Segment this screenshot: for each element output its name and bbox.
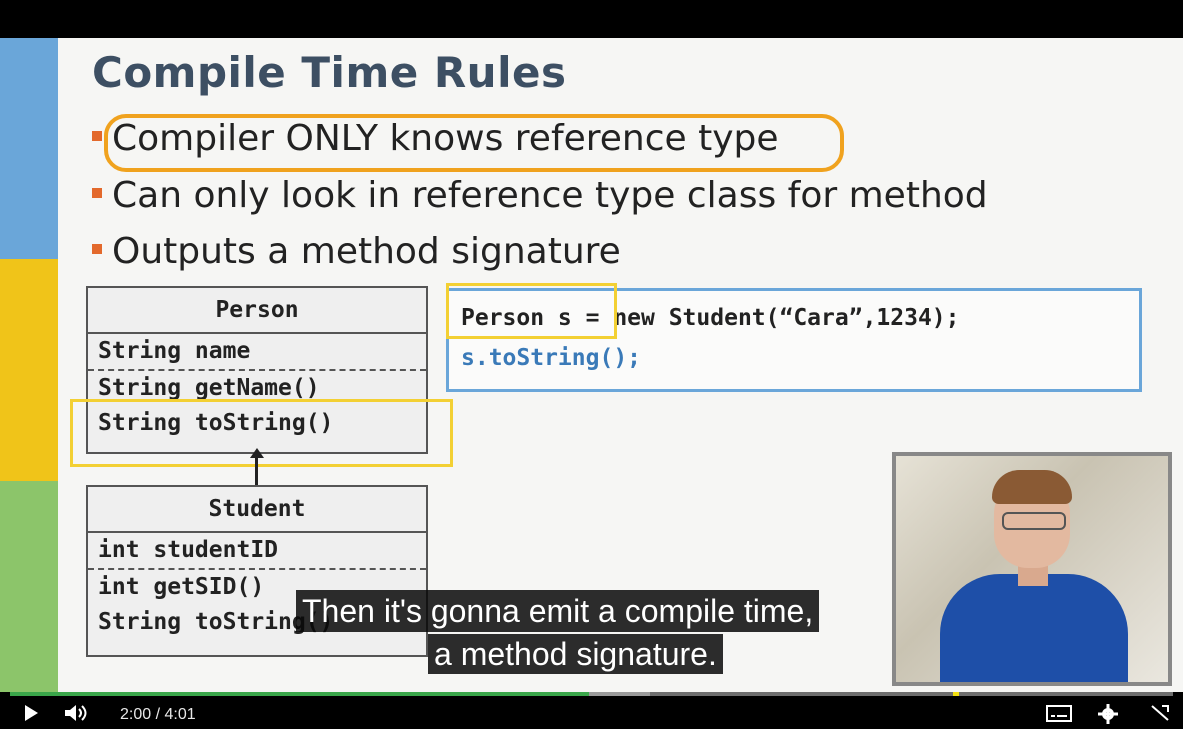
highlight-reference-type — [446, 283, 617, 339]
stripe-blue — [0, 38, 58, 259]
bullet-marker — [92, 131, 102, 141]
chapter-marker — [953, 692, 959, 696]
inheritance-arrow-head — [250, 448, 264, 458]
bullet-marker — [92, 244, 102, 254]
current-time: 2:00 — [120, 706, 152, 723]
caption-line-1: Then it's gonna emit a compile time, — [296, 590, 820, 632]
top-bar — [0, 0, 1183, 38]
inheritance-arrow — [255, 456, 258, 486]
class-name: Student — [88, 487, 426, 533]
player-controls: 2:00 / 4:01 — [0, 692, 1183, 724]
class-name: Person — [88, 288, 426, 334]
bullet-text: Can only look in reference type class fo… — [112, 175, 988, 216]
stripe-green — [0, 481, 58, 692]
slide-title: Compile Time Rules — [92, 48, 567, 97]
duration: 4:01 — [164, 706, 196, 723]
code-line-2: s.toString(); — [461, 345, 642, 371]
caption-line-2: a method signature. — [428, 634, 723, 674]
bullet-marker — [92, 188, 102, 198]
time-separator: / — [155, 706, 161, 723]
bullet-3: Outputs a method signature — [92, 231, 621, 272]
progress-played — [10, 692, 590, 696]
gear-icon[interactable] — [1098, 704, 1118, 729]
presenter-hair — [992, 470, 1072, 504]
class-field: int studentID — [88, 533, 426, 570]
volume-icon[interactable] — [64, 704, 90, 727]
presenter-shirt — [940, 574, 1128, 682]
play-icon[interactable] — [22, 704, 40, 727]
presenter-glasses — [1002, 512, 1066, 530]
fullscreen-icon[interactable] — [1150, 704, 1170, 727]
presenter-video — [892, 452, 1172, 686]
stripe-yellow — [0, 259, 58, 481]
highlight-orange — [104, 114, 844, 172]
bullet-text: Outputs a method signature — [112, 231, 621, 272]
class-field: String name — [88, 334, 426, 371]
bullet-2: Can only look in reference type class fo… — [92, 175, 988, 216]
subtitles-icon[interactable] — [1046, 704, 1072, 727]
time-display: 2:00 / 4:01 — [120, 706, 196, 724]
